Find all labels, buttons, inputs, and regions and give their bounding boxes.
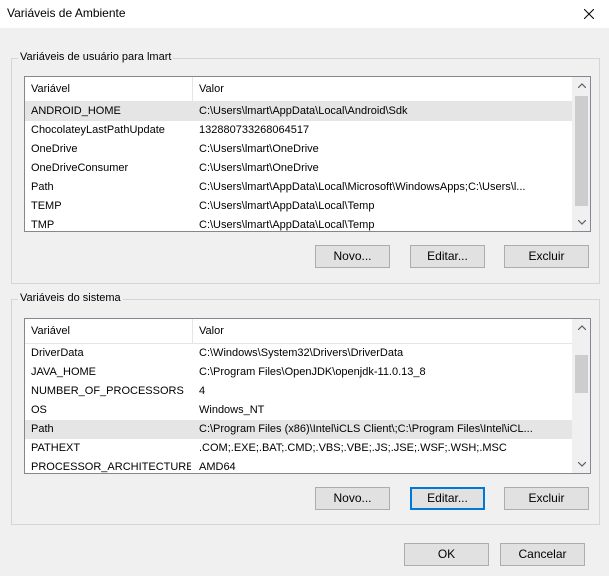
- variable-value: C:\Windows\System32\Drivers\DriverData: [199, 347, 404, 359]
- list-item[interactable]: JAVA_HOME C:\Program Files\OpenJDK\openjd…: [25, 363, 573, 382]
- variable-name: OS: [31, 404, 47, 416]
- chevron-down-icon: [577, 462, 586, 467]
- list-item[interactable]: NUMBER_OF_PROCESSORS 4: [25, 382, 573, 401]
- variable-name: TMP: [31, 219, 55, 231]
- variable-value: AMD64: [199, 461, 236, 473]
- column-header-variable[interactable]: Variável: [25, 319, 193, 343]
- variable-name: JAVA_HOME: [31, 366, 96, 378]
- variable-name: OneDriveConsumer: [31, 162, 129, 174]
- variable-value: C:\Users\lmart\AppData\Local\Android\Sdk: [199, 105, 408, 117]
- close-button[interactable]: [569, 0, 609, 28]
- chevron-down-icon: [577, 220, 586, 225]
- variable-name: Path: [31, 181, 54, 193]
- variable-value: 132880733268064517: [199, 124, 310, 136]
- ok-button[interactable]: OK: [404, 543, 489, 566]
- variable-value: C:\Users\lmart\AppData\Local\Microsoft\W…: [199, 181, 526, 193]
- scrollbar-thumb[interactable]: [575, 355, 588, 393]
- close-icon: [584, 9, 594, 19]
- user-edit-button[interactable]: Editar...: [410, 245, 485, 268]
- dialog-title: Variáveis de Ambiente: [7, 6, 126, 20]
- variable-name: PATHEXT: [31, 442, 81, 454]
- list-item[interactable]: ANDROID_HOME C:\Users\lmart\AppData\Local…: [25, 102, 573, 121]
- variable-value: 4: [199, 385, 206, 397]
- system-variables-legend: Variáveis do sistema: [18, 292, 123, 304]
- user-new-button[interactable]: Novo...: [315, 245, 390, 268]
- user-delete-button[interactable]: Excluir: [504, 245, 589, 268]
- list-item[interactable]: ChocolateyLastPathUpdate 1328807332680645…: [25, 121, 573, 140]
- list-item[interactable]: TMP C:\Users\lmart\AppData\Local\Temp: [25, 216, 573, 231]
- title-bar[interactable]: Variáveis de Ambiente: [0, 0, 609, 28]
- variable-name: ChocolateyLastPathUpdate: [31, 124, 165, 136]
- system-list-scrollbar[interactable]: [572, 319, 590, 473]
- scroll-up-button[interactable]: [573, 319, 590, 336]
- system-variables-list[interactable]: Variável Valor DriverData C:\Windows\Syst…: [24, 318, 591, 474]
- variable-name: PROCESSOR_ARCHITECTURE: [31, 461, 191, 473]
- cancel-button[interactable]: Cancelar: [500, 543, 585, 566]
- scrollbar-thumb[interactable]: [575, 96, 588, 206]
- variable-value: C:\Users\lmart\AppData\Local\Temp: [199, 200, 375, 212]
- user-variables-legend: Variáveis de usuário para lmart: [18, 51, 174, 63]
- system-delete-button[interactable]: Excluir: [504, 487, 589, 510]
- system-list-header: Variável Valor: [25, 319, 573, 344]
- column-header-variable[interactable]: Variável: [25, 77, 193, 101]
- variable-value: C:\Users\lmart\AppData\Local\Temp: [199, 219, 375, 231]
- variable-name: OneDrive: [31, 143, 78, 155]
- user-list-scrollbar[interactable]: [572, 77, 590, 231]
- variable-value: C:\Program Files (x86)\Intel\iCLS Client…: [199, 423, 533, 435]
- list-item[interactable]: Path C:\Users\lmart\AppData\Local\Microso…: [25, 178, 573, 197]
- column-header-value[interactable]: Valor: [193, 77, 573, 101]
- list-item[interactable]: TEMP C:\Users\lmart\AppData\Local\Temp: [25, 197, 573, 216]
- list-item[interactable]: DriverData C:\Windows\System32\Drivers\Dr…: [25, 344, 573, 363]
- scroll-down-button[interactable]: [573, 214, 590, 231]
- variable-value: C:\Users\lmart\OneDrive: [199, 162, 319, 174]
- user-list-header: Variável Valor: [25, 77, 573, 102]
- list-item[interactable]: PATHEXT .COM;.EXE;.BAT;.CMD;.VBS;.VBE;.JS…: [25, 439, 573, 458]
- system-list-rows: DriverData C:\Windows\System32\Drivers\Dr…: [25, 344, 573, 473]
- list-item[interactable]: OneDriveConsumer C:\Users\lmart\OneDrive: [25, 159, 573, 178]
- scroll-down-button[interactable]: [573, 456, 590, 473]
- list-item[interactable]: PROCESSOR_ARCHITECTURE AMD64: [25, 458, 573, 473]
- variable-name: NUMBER_OF_PROCESSORS: [31, 385, 184, 397]
- variable-value: .COM;.EXE;.BAT;.CMD;.VBS;.VBE;.JS;.JSE;.…: [199, 442, 507, 454]
- list-item[interactable]: Path C:\Program Files (x86)\Intel\iCLS Cl…: [25, 420, 573, 439]
- variable-name: Path: [31, 423, 54, 435]
- user-list-rows: ANDROID_HOME C:\Users\lmart\AppData\Local…: [25, 102, 573, 231]
- user-variables-list[interactable]: Variável Valor ANDROID_HOME C:\Users\lmar…: [24, 76, 591, 232]
- chevron-up-icon: [577, 83, 586, 88]
- list-item[interactable]: OneDrive C:\Users\lmart\OneDrive: [25, 140, 573, 159]
- column-header-value[interactable]: Valor: [193, 319, 573, 343]
- chevron-up-icon: [577, 325, 586, 330]
- variable-name: ANDROID_HOME: [31, 105, 121, 117]
- scroll-up-button[interactable]: [573, 77, 590, 94]
- variable-value: C:\Users\lmart\OneDrive: [199, 143, 319, 155]
- variable-name: DriverData: [31, 347, 84, 359]
- variable-name: TEMP: [31, 200, 62, 212]
- system-edit-button[interactable]: Editar...: [410, 487, 485, 510]
- variable-value: C:\Program Files\OpenJDK\openjdk-11.0.13…: [199, 366, 426, 378]
- environment-variables-dialog: Variáveis de Ambiente Variáveis de usuár…: [0, 0, 609, 576]
- variable-value: Windows_NT: [199, 404, 265, 416]
- list-item[interactable]: OS Windows_NT: [25, 401, 573, 420]
- system-new-button[interactable]: Novo...: [315, 487, 390, 510]
